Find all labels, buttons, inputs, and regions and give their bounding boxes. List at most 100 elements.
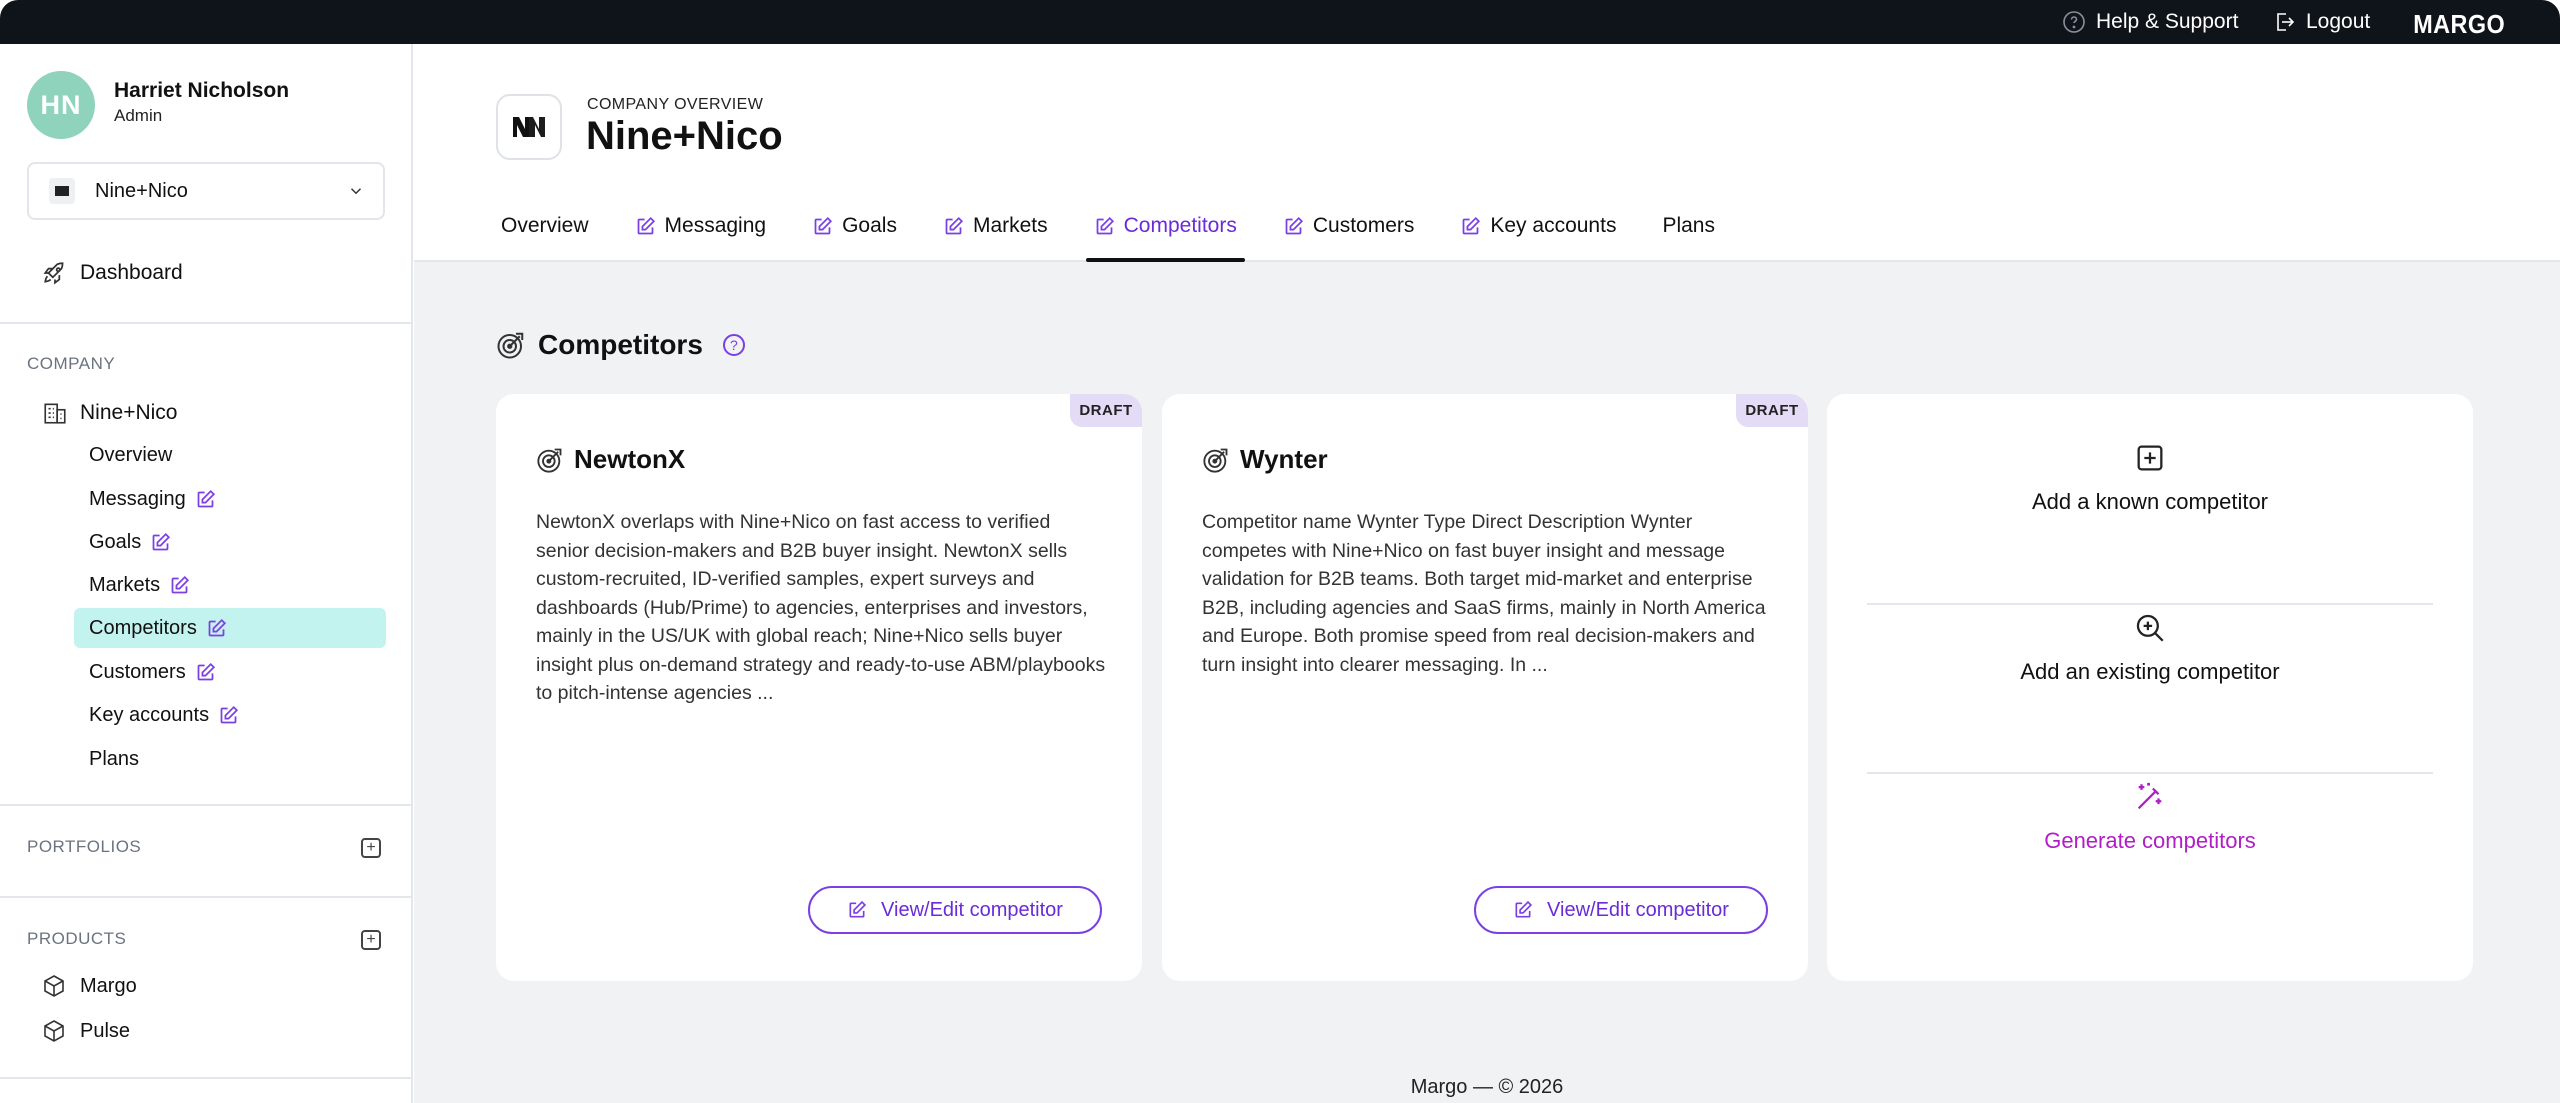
- tab-label: Markets: [972, 214, 1048, 237]
- competitor-name: NewtonX: [574, 444, 686, 474]
- target-icon: [497, 332, 524, 359]
- tab-label: Plans: [1662, 214, 1715, 237]
- edit-icon: [1463, 216, 1481, 235]
- plus-icon: +: [366, 839, 376, 856]
- company-logo: [496, 94, 562, 160]
- action-label: Add an existing competitor: [2020, 659, 2280, 684]
- sidebar-item-label: Overview: [89, 443, 173, 466]
- sidebar-item-plans[interactable]: Plans: [74, 739, 386, 779]
- nine-nico-logo-icon: [513, 117, 545, 137]
- tab-label: Competitors: [1123, 214, 1237, 237]
- edit-icon: [945, 216, 964, 235]
- page-title: Nine+Nico: [586, 114, 783, 158]
- sidebar-item-label: Goals: [89, 530, 142, 553]
- sidebar-item-label: Messaging: [89, 487, 186, 510]
- competitor-card: DRAFT Wynter Competitor name Wynter Type…: [1162, 394, 1808, 981]
- sidebar-item-label: Key accounts: [89, 703, 210, 726]
- tab-messaging[interactable]: Messaging: [635, 204, 767, 262]
- top-bar: Help & Support Logout MARGO: [0, 0, 2560, 44]
- tab-markets[interactable]: Markets: [943, 204, 1048, 262]
- page-kicker: COMPANY OVERVIEW: [587, 96, 764, 113]
- brand-logo[interactable]: MARGO: [2413, 9, 2505, 40]
- tab-plans[interactable]: Plans: [1662, 204, 1715, 262]
- plus-icon: +: [366, 931, 376, 948]
- status-badge: DRAFT: [1070, 394, 1142, 427]
- logout-icon: [2277, 13, 2295, 31]
- tab-label: Key accounts: [1490, 214, 1617, 237]
- avatar[interactable]: HN: [27, 71, 95, 139]
- sidebar-item-overview[interactable]: Overview: [74, 435, 386, 475]
- sidebar-item-product-margo[interactable]: Margo: [42, 974, 137, 998]
- divider: [0, 322, 413, 324]
- user-role: Admin: [114, 106, 163, 125]
- help-icon[interactable]: ?: [722, 334, 745, 356]
- competitor-description: NewtonX overlaps with Nine+Nico on fast …: [536, 511, 1106, 704]
- edit-icon: [197, 489, 215, 507]
- sidebar-item-competitors[interactable]: Competitors: [74, 608, 386, 648]
- company-select[interactable]: Nine+Nico: [27, 162, 385, 220]
- logout-label: Logout: [2306, 10, 2371, 33]
- tab-overview[interactable]: Overview: [501, 204, 589, 262]
- logout-link[interactable]: Logout: [2272, 0, 2370, 44]
- products-section-label: PRODUCTS: [27, 929, 127, 948]
- magic-wand-icon: [2137, 782, 2162, 810]
- product-label: Margo: [80, 974, 137, 997]
- rocket-icon: [43, 262, 64, 285]
- view-edit-competitor-button[interactable]: View/Edit competitor: [1474, 886, 1768, 934]
- edit-icon: [1515, 900, 1533, 918]
- target-icon: [537, 448, 562, 473]
- divider: [0, 1077, 413, 1079]
- button-label: View/Edit competitor: [1547, 898, 1729, 921]
- tab-customers[interactable]: Customers: [1283, 204, 1414, 262]
- edit-icon: [208, 618, 226, 636]
- help-support-label: Help & Support: [2096, 10, 2239, 33]
- sidebar-item-product-pulse[interactable]: Pulse: [42, 1019, 130, 1043]
- sidebar-item-company[interactable]: Nine+Nico: [42, 400, 177, 426]
- competitor-description: Competitor name Wynter Type Direct Descr…: [1202, 511, 1766, 676]
- cube-icon: [44, 975, 64, 997]
- add-portfolio-button[interactable]: +: [361, 838, 381, 858]
- sidebar-item-goals[interactable]: Goals: [74, 522, 386, 562]
- tab-competitors[interactable]: Competitors: [1085, 204, 1246, 262]
- sidebar: HN Harriet Nicholson Admin Nine+Nico Das…: [0, 44, 413, 1103]
- sidebar-item-key-accounts[interactable]: Key accounts: [74, 695, 386, 735]
- section-title: Competitors: [538, 329, 703, 360]
- sidebar-item-customers[interactable]: Customers: [74, 652, 386, 692]
- sidebar-item-dashboard[interactable]: Dashboard: [42, 260, 183, 286]
- portfolios-section-label: PORTFOLIOS: [27, 837, 142, 856]
- view-edit-competitor-button[interactable]: View/Edit competitor: [808, 886, 1102, 934]
- sidebar-item-markets[interactable]: Markets: [74, 565, 386, 605]
- edit-icon: [849, 900, 867, 918]
- add-competitor-panel: Add a known competitor Add an existing c…: [1827, 394, 2473, 981]
- product-label: Pulse: [80, 1019, 131, 1042]
- button-label: View/Edit competitor: [881, 898, 1063, 921]
- zoom-in-icon: [2136, 614, 2164, 642]
- cube-icon: [44, 1020, 64, 1042]
- tab-label: Goals: [842, 214, 897, 237]
- tab-goals[interactable]: Goals: [812, 204, 897, 262]
- tab-label: Messaging: [664, 214, 767, 237]
- edit-icon: [1096, 216, 1114, 235]
- company-logo-icon: [49, 178, 75, 204]
- add-known-competitor-button[interactable]: Add a known competitor: [1867, 394, 2433, 562]
- tab-key-accounts[interactable]: Key accounts: [1460, 204, 1616, 262]
- help-support-link[interactable]: Help & Support: [2062, 0, 2238, 44]
- main-content: COMPANY OVERVIEW Nine+Nico Overview Mess…: [414, 44, 2560, 1103]
- sidebar-item-messaging[interactable]: Messaging: [74, 479, 386, 519]
- chevron-down-icon: [350, 188, 362, 195]
- building-icon: [44, 403, 66, 424]
- divider: [0, 896, 413, 898]
- target-icon: [1203, 448, 1228, 473]
- footer-text: Margo — © 2026: [1410, 1076, 1564, 1098]
- sidebar-item-label: Competitors: [89, 616, 197, 639]
- sidebar-item-label: Plans: [89, 747, 140, 770]
- question-circle-icon: [2063, 11, 2085, 33]
- tab-bar: Overview Messaging Goals Markets Competi…: [501, 204, 1761, 262]
- add-product-button[interactable]: +: [361, 930, 381, 950]
- edit-icon: [814, 216, 833, 235]
- generate-competitors-button[interactable]: Generate competitors: [1867, 733, 2433, 901]
- action-label: Add a known competitor: [2031, 489, 2269, 514]
- competitor-card: DRAFT NewtonX NewtonX overlaps with Nine…: [496, 394, 1142, 981]
- add-existing-competitor-button[interactable]: Add an existing competitor: [1867, 564, 2433, 732]
- edit-icon: [171, 575, 190, 593]
